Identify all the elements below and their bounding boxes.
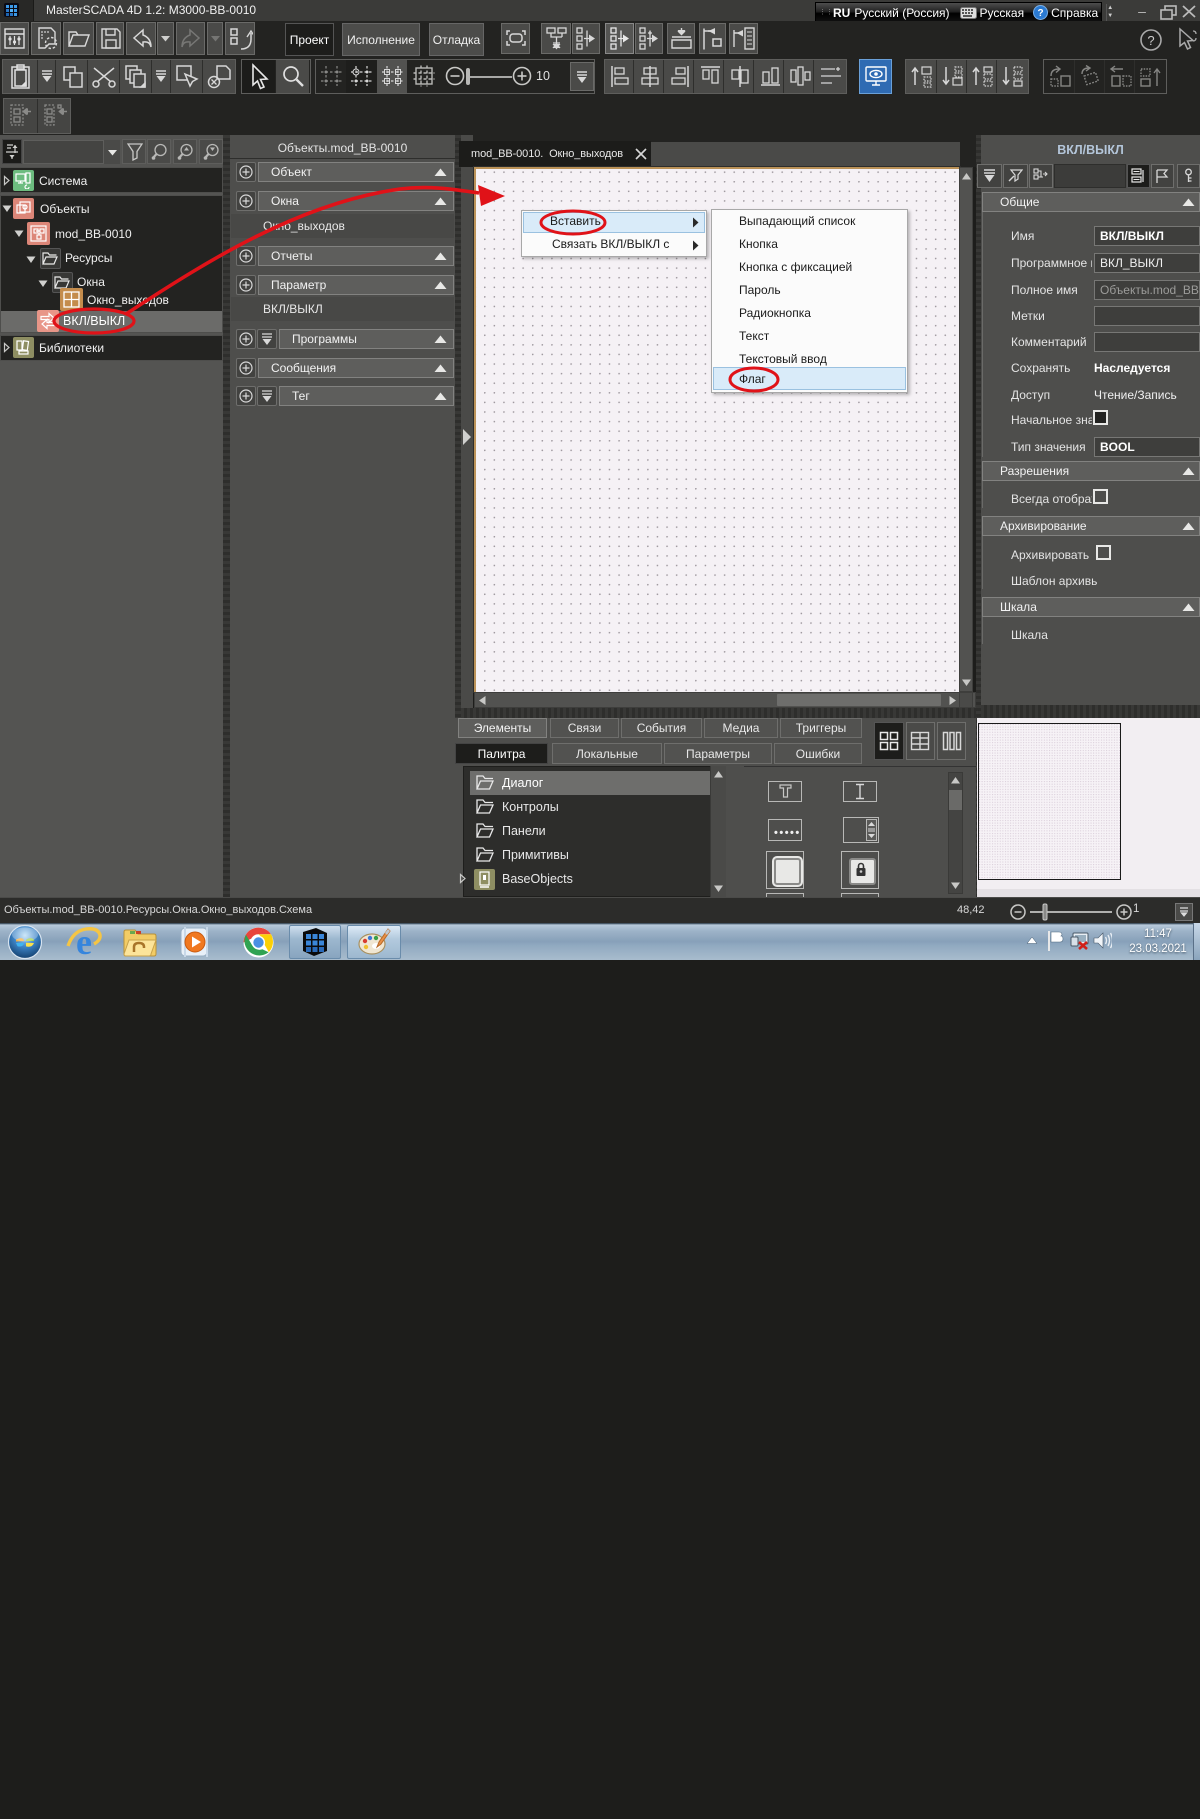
svg-text:?: ? <box>1147 33 1154 48</box>
svg-text:?: ? <box>1038 8 1044 19</box>
